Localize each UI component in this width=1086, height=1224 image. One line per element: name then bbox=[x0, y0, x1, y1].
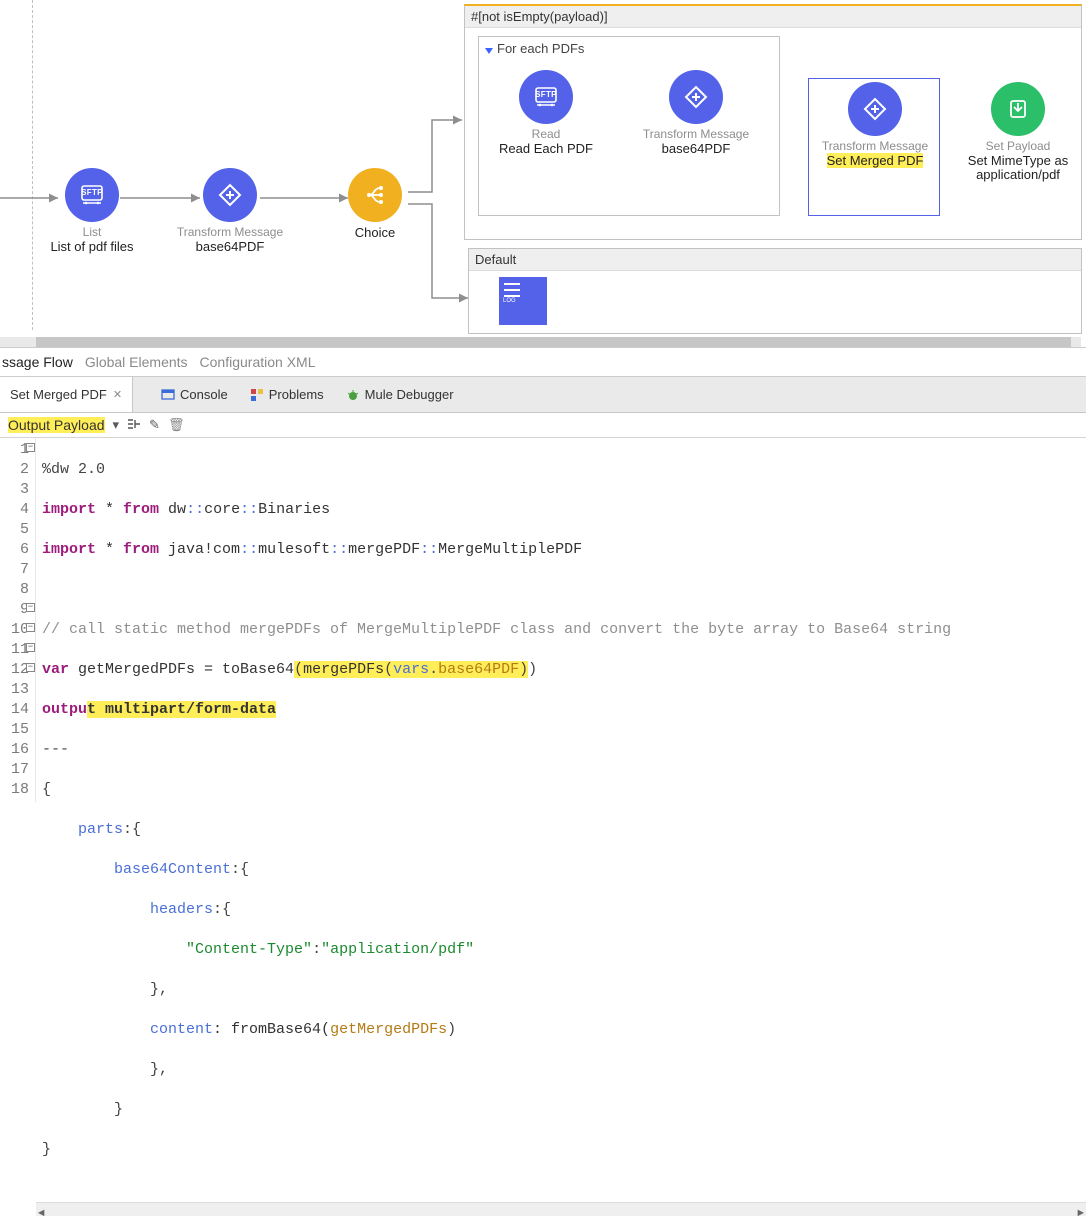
view-console[interactable]: Console bbox=[161, 387, 228, 402]
delete-icon[interactable]: 🗑 bbox=[168, 417, 185, 433]
editor-tab-set-merged-pdf[interactable]: Set Merged PDF ✕ bbox=[0, 377, 133, 412]
sftp-icon: SFTP bbox=[519, 70, 573, 124]
problems-icon bbox=[250, 388, 264, 402]
sftp-icon: SFTP bbox=[65, 168, 119, 222]
scroll-left-icon[interactable]: ◄ bbox=[38, 1204, 45, 1224]
flow-canvas[interactable]: SFTP List List of pdf files Transform Me… bbox=[0, 0, 1086, 348]
editor-hscrollbar[interactable]: ◄ ► bbox=[36, 1202, 1086, 1216]
node-choice[interactable]: Choice bbox=[335, 168, 415, 240]
tree-icon[interactable] bbox=[127, 418, 141, 433]
node-type-label: List bbox=[22, 226, 162, 239]
collapse-icon[interactable] bbox=[485, 48, 493, 54]
svg-text:SFTP: SFTP bbox=[81, 188, 103, 197]
node-type-label: Transform Message bbox=[626, 128, 766, 141]
transform-icon bbox=[203, 168, 257, 222]
node-type-label: Transform Message bbox=[805, 140, 945, 153]
svg-text:SFTP: SFTP bbox=[535, 90, 557, 99]
canvas-hscrollbar[interactable] bbox=[0, 337, 1081, 347]
node-transform-2[interactable]: Transform Message base64PDF bbox=[626, 70, 766, 156]
dataweave-output-toolbar: Output Payload ▾ ✎ 🗑 bbox=[0, 413, 1086, 438]
editor-tab-label: Set Merged PDF bbox=[10, 387, 107, 402]
node-name-label: List of pdf files bbox=[22, 240, 162, 254]
fold-icon[interactable]: − bbox=[26, 643, 35, 652]
node-set-payload[interactable]: Set Payload Set MimeType as application/… bbox=[958, 82, 1078, 183]
editor-header: Set Merged PDF ✕ Console Problems Mule D… bbox=[0, 377, 1086, 413]
bug-icon bbox=[346, 388, 360, 402]
set-payload-icon bbox=[991, 82, 1045, 136]
fold-icon[interactable]: − bbox=[26, 623, 35, 632]
svg-text:LOG: LOG bbox=[503, 298, 516, 303]
scroll-right-icon[interactable]: ► bbox=[1077, 1204, 1084, 1224]
node-name-label: base64PDF bbox=[626, 142, 766, 156]
fold-icon[interactable]: − bbox=[26, 603, 35, 612]
node-name-label: Set Merged PDF bbox=[805, 154, 945, 168]
node-read[interactable]: SFTP Read Read Each PDF bbox=[476, 70, 616, 156]
node-list[interactable]: SFTP List List of pdf files bbox=[22, 168, 162, 254]
edit-icon[interactable]: ✎ bbox=[149, 417, 160, 433]
close-icon[interactable]: ✕ bbox=[113, 388, 122, 401]
config-view-tabs: ssage Flow Global Elements Configuration… bbox=[0, 348, 1086, 377]
node-name-label: Read Each PDF bbox=[476, 142, 616, 156]
node-transform-1[interactable]: Transform Message base64PDF bbox=[160, 168, 300, 254]
node-transform-set-merged[interactable]: Transform Message Set Merged PDF bbox=[805, 82, 945, 168]
node-name-label: Choice bbox=[335, 226, 415, 240]
node-type-label: Set Payload bbox=[958, 140, 1078, 153]
tab-global-elements[interactable]: Global Elements bbox=[85, 354, 188, 370]
view-problems[interactable]: Problems bbox=[250, 387, 324, 402]
view-mule-debugger[interactable]: Mule Debugger bbox=[346, 387, 454, 402]
scrollbar-thumb[interactable] bbox=[36, 337, 1071, 347]
transform-icon bbox=[848, 82, 902, 136]
node-name-label: base64PDF bbox=[160, 240, 300, 254]
logger-icon[interactable]: LOG bbox=[499, 277, 547, 325]
code-area[interactable]: %dw 2.0 import * from dw::core::Binaries… bbox=[36, 438, 1086, 1202]
foreach-title: For each PDFs bbox=[485, 41, 584, 56]
default-header-label: Default bbox=[469, 249, 1081, 271]
choice-route-default[interactable]: Default LOG bbox=[468, 248, 1082, 334]
node-type-label: Read bbox=[476, 128, 616, 141]
route-expression-label: #[not isEmpty(payload)] bbox=[465, 6, 1081, 28]
dropdown-icon[interactable]: ▾ bbox=[113, 417, 120, 433]
choice-icon bbox=[348, 168, 402, 222]
fold-icon[interactable]: − bbox=[26, 663, 35, 672]
transform-icon bbox=[669, 70, 723, 124]
output-target-label[interactable]: Output Payload bbox=[8, 417, 105, 433]
tab-message-flow[interactable]: ssage Flow bbox=[2, 354, 73, 370]
node-name-label: Set MimeType as application/pdf bbox=[958, 154, 1078, 183]
console-icon bbox=[161, 388, 175, 402]
tab-configuration-xml[interactable]: Configuration XML bbox=[200, 354, 316, 370]
line-gutter: 1− 2345678 9− 10− 11− 12− 131415161718 bbox=[0, 438, 36, 802]
dataweave-editor[interactable]: 1− 2345678 9− 10− 11− 12− 131415161718 %… bbox=[0, 438, 1086, 1216]
node-type-label: Transform Message bbox=[160, 226, 300, 239]
flow-start-divider bbox=[32, 0, 33, 330]
fold-icon[interactable]: − bbox=[26, 443, 35, 452]
